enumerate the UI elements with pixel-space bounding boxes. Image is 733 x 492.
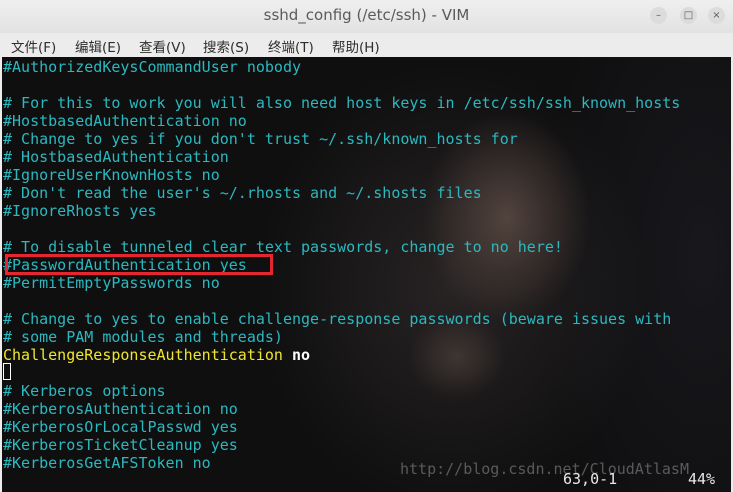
code-line: # Change to yes to enable challenge-resp… [3,310,672,328]
code-line: #KerberosAuthentication no [3,400,238,418]
code-line: #HostbasedAuthentication no [3,112,247,130]
menu-terminal[interactable]: 终端(T) [268,36,314,56]
challenge-response-line: ChallengeResponseAuthentication no [3,346,310,364]
maximize-icon[interactable]: □ [680,7,697,24]
code-line: #IgnoreRhosts yes [3,202,157,220]
window-title: sshd_config (/etc/ssh) - VIM [263,6,470,24]
code-line: # Don't read the user's ~/.rhosts and ~/… [3,184,482,202]
menu-edit[interactable]: 编辑(E) [75,36,121,56]
minimize-icon[interactable]: – [650,7,667,24]
code-line: # some PAM modules and threads) [3,328,283,346]
code-line: #KerberosTicketCleanup yes [3,436,238,454]
code-line: #AuthorizedKeysCommandUser nobody [3,58,302,76]
code-line: #PermitEmptyPasswords no [3,274,220,292]
menu-bar: 文件(F) 编辑(E) 查看(V) 搜索(S) 终端(T) 帮助(H) [0,33,733,57]
config-keyword: ChallengeResponseAuthentication [3,346,283,364]
code-line: # For this to work you will also need ho… [3,94,681,112]
close-icon[interactable]: × [708,7,725,24]
code-line: # Kerberos options [3,382,166,400]
code-line: # Change to yes if you don't trust ~/.ss… [3,130,518,148]
terminal-area[interactable]: #AuthorizedKeysCommandUser nobody # For … [2,57,731,492]
menu-help[interactable]: 帮助(H) [332,36,380,56]
cursor-position: 63,0-1 [563,470,618,488]
menu-search[interactable]: 搜索(S) [203,36,249,56]
code-line: # HostbasedAuthentication [3,148,229,166]
text-cursor [3,363,11,380]
code-line: #KerberosGetAFSToken no [3,454,211,472]
title-bar[interactable]: sshd_config (/etc/ssh) - VIM – □ × [0,0,733,33]
vim-window: sshd_config (/etc/ssh) - VIM – □ × 文件(F)… [0,0,733,492]
watermark: http://blog.csdn.net/CloudAtlasM [400,460,689,478]
menu-file[interactable]: 文件(F) [11,36,56,56]
code-line: #KerberosOrLocalPasswd yes [3,418,238,436]
highlight-box [5,254,273,275]
code-line: #IgnoreUserKnownHosts no [3,166,220,184]
menu-view[interactable]: 查看(V) [139,36,186,56]
scroll-percent: 44% [688,470,716,488]
config-value: no [292,346,311,364]
